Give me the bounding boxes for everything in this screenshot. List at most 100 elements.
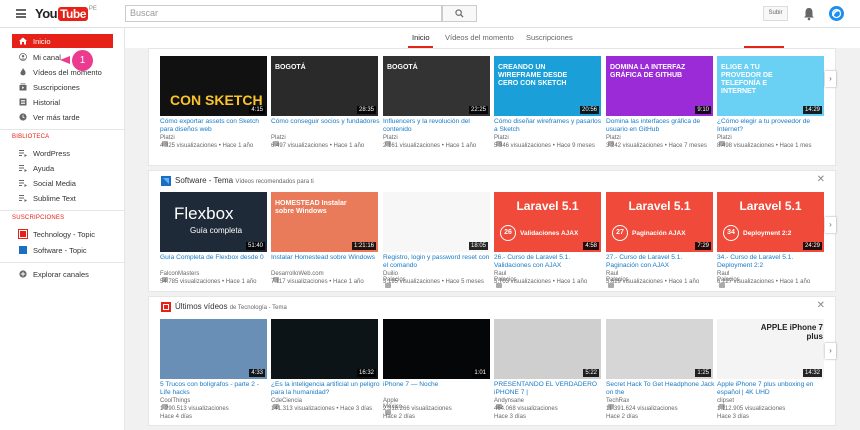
thumbnail-caption: BOGOTÁ: [387, 64, 418, 71]
tab-inicio[interactable]: Inicio: [412, 33, 430, 42]
video-title-link[interactable]: Cómo conseguir socios y fundadores: [271, 118, 381, 126]
sidebar-item-ver-mas-tarde[interactable]: Ver más tarde: [12, 110, 113, 124]
video-thumbnail[interactable]: HOMESTEAD Instalar sobre Windows 1:21:16: [271, 192, 378, 252]
section-title[interactable]: Software - Tema Vídeos recomendados para…: [175, 176, 314, 185]
video-meta: 5.703 visualizaciones • Hace 1 año: [494, 279, 588, 285]
video-title-link[interactable]: 5 Trucos con bolígrafos - parte 2 - Life…: [160, 381, 270, 397]
video-title-link[interactable]: 34.- Curso de Laravel 5.1. Deployment 2:…: [717, 254, 827, 270]
video-title-link[interactable]: Secret Hack To Get Headphone Jack on the: [606, 381, 716, 397]
video-meta: 3.242 visualizaciones • Hace 7 meses: [606, 143, 707, 149]
sidebar-item-sublime-text[interactable]: Sublime Text: [12, 191, 113, 205]
sidebar-item-suscripciones[interactable]: Suscripciones: [12, 80, 113, 94]
sidebar-divider: [0, 210, 124, 211]
video-title-link[interactable]: Domina las interfaces gráfica de usuario…: [606, 118, 716, 134]
video-title-link[interactable]: 26.- Curso de Laravel 5.1. Validaciones …: [494, 254, 604, 270]
video-title-link[interactable]: Cómo exportar assets con Sketch para dis…: [160, 118, 270, 134]
video-thumbnail[interactable]: CON SKETCH 4:15: [160, 56, 267, 116]
youtube-logo[interactable]: You Tube PE: [35, 5, 97, 22]
video-thumbnail[interactable]: BOGOTÁ 22:25: [383, 56, 490, 116]
video-title-link[interactable]: PRESENTANDO EL VERDADERO iPHONE 7 |: [494, 381, 604, 397]
sidebar-item-label: Technology - Topic: [33, 229, 95, 239]
feed-section-latest-technology: Últimos vídeos de Tecnología - Tema ✕ 4:…: [148, 296, 836, 426]
flame-icon: [20, 68, 26, 76]
video-thumbnail[interactable]: Flexbox Guía completa 51:40: [160, 192, 267, 252]
video-thumbnail[interactable]: APPLE iPhone 7 plus 14:32: [717, 319, 824, 379]
video-title-link[interactable]: Influencers y la revolución del contenid…: [383, 118, 493, 134]
feed-tabs: Inicio Vídeos del momento Suscripciones: [125, 28, 860, 48]
video-thumbnail[interactable]: 4:33: [160, 319, 267, 379]
video-thumbnail[interactable]: ELIGE A TU PROVEDOR DE TELEFONÍA E INTER…: [717, 56, 824, 116]
sidebar-item-videos-del-momento[interactable]: Vídeos del momento: [12, 65, 113, 79]
video-duration: 22:25: [468, 106, 488, 114]
video-thumbnail[interactable]: DOMINA LA INTERFAZ GRÁFICA DE GITHUB 9:10: [606, 56, 713, 116]
thumbnail-caption: ELIGE A TU PROVEDOR DE TELEFONÍA E INTER…: [721, 64, 773, 95]
search-input[interactable]: Buscar: [125, 5, 442, 22]
search-button[interactable]: [442, 5, 477, 22]
tab-videos-del-momento[interactable]: Vídeos del momento: [445, 33, 514, 42]
video-thumbnail[interactable]: 5:22: [494, 319, 601, 379]
menu-icon[interactable]: [16, 9, 26, 18]
video-duration: 28:35: [356, 106, 376, 114]
section-title[interactable]: Últimos vídeos de Tecnología - Tema: [175, 302, 287, 311]
dismiss-shelf-icon[interactable]: ✕: [817, 174, 825, 185]
sidebar-item-historial[interactable]: Historial: [12, 95, 113, 109]
thumbnail-caption: APPLE iPhone 7 plus: [760, 323, 823, 341]
video-meta: 2.318.266 visualizaciones: [383, 406, 452, 412]
video-duration: 4:15: [249, 106, 265, 114]
technology-channel-icon: [18, 229, 28, 239]
library-heading[interactable]: BIBLIOTECA: [12, 134, 49, 140]
video-thumbnail[interactable]: CREANDO UN WIREFRAME DESDE CERO CON SKET…: [494, 56, 601, 116]
video-title-link[interactable]: Cómo diseñar wireframes y pasarlos a Ske…: [494, 118, 604, 134]
video-thumbnail[interactable]: Laravel 5.1 34 Deployment 2:2 24:29: [717, 192, 824, 252]
sidebar-item-inicio[interactable]: Inicio: [12, 34, 113, 48]
dismiss-shelf-icon[interactable]: ✕: [817, 300, 825, 311]
video-meta: 1.290.513 visualizaciones: [160, 406, 229, 412]
video-meta: 7.117 visualizaciones • Hace 1 año: [271, 279, 364, 285]
video-duration: 14:32: [802, 369, 822, 377]
video-thumbnail[interactable]: 1:01: [383, 319, 490, 379]
video-thumbnail[interactable]: Laravel 5.1 27 Paginación AJAX 7:29: [606, 192, 713, 252]
shelf-next-arrow[interactable]: ›: [825, 343, 836, 359]
history-icon: [19, 98, 27, 106]
video-thumbnail[interactable]: Laravel 5.1 26 Validaciones AJAX 4:58: [494, 192, 601, 252]
video-thumbnail[interactable]: 1:25: [606, 319, 713, 379]
video-duration: 4:58: [583, 242, 599, 250]
video-title-link[interactable]: ¿Cómo elegir a tu proveedor de Internet?: [717, 118, 827, 134]
video-duration: 5:22: [583, 369, 599, 377]
thumbnail-caption: DOMINA LA INTERFAZ GRÁFICA DE GITHUB: [610, 64, 686, 79]
sidebar-item-label: Ayuda: [33, 163, 55, 173]
video-thumbnail[interactable]: BOGOTÁ 28:35: [271, 56, 378, 116]
guide-sidebar: Inicio Mi canal Vídeos del momento Suscr…: [0, 28, 125, 430]
lesson-number: 34: [723, 225, 739, 241]
video-duration: 18:05: [468, 242, 488, 250]
upload-button[interactable]: Subir: [763, 6, 788, 21]
video-title-link[interactable]: iPhone 7 — Noche: [383, 381, 493, 389]
video-duration: 9:10: [695, 106, 711, 114]
video-title-link[interactable]: Registro, login y password reset con el …: [383, 254, 493, 270]
thumbnail-subcaption: Guía completa: [190, 226, 243, 235]
thumbnail-subcaption: Deployment 2:2: [743, 230, 792, 237]
video-age: Hace 2 días: [383, 414, 416, 420]
video-thumbnail[interactable]: 18:05: [383, 192, 490, 252]
subscriptions-heading[interactable]: SUSCRIPCIONES: [12, 215, 64, 221]
sidebar-item-wordpress[interactable]: WordPress: [12, 146, 113, 160]
video-title-link[interactable]: Guía Completa de Flexbox desde 0: [160, 254, 270, 262]
sidebar-item-technology-topic[interactable]: Technology - Topic: [12, 227, 113, 241]
sidebar-item-social-media[interactable]: Social Media: [12, 176, 113, 190]
video-thumbnail[interactable]: 16:32: [271, 319, 378, 379]
section-subtitle: de Tecnología - Tema: [229, 305, 287, 311]
notifications-bell-icon[interactable]: [802, 6, 816, 21]
sidebar-item-explorar-canales[interactable]: Explorar canales: [12, 267, 113, 281]
video-title-link[interactable]: Instalar Homestead sobre Windows: [271, 254, 381, 262]
tab-suscripciones[interactable]: Suscripciones: [526, 33, 573, 42]
shelf-next-arrow[interactable]: ›: [825, 217, 836, 233]
shelf-next-arrow[interactable]: ›: [825, 71, 836, 87]
video-meta: 11.391.624 visualizaciones: [606, 406, 678, 412]
video-title-link[interactable]: Apple iPhone 7 plus unboxing en español …: [717, 381, 827, 397]
sidebar-item-software-topic[interactable]: Software - Topic: [12, 243, 113, 257]
video-title-link[interactable]: ¿Es la inteligencia artificial un peligr…: [271, 381, 381, 397]
video-title-link[interactable]: 27.- Curso de Laravel 5.1. Paginación co…: [606, 254, 716, 270]
sidebar-item-ayuda[interactable]: Ayuda: [12, 161, 113, 175]
account-avatar[interactable]: [829, 6, 844, 21]
masthead: You Tube PE Buscar Subir: [0, 0, 860, 28]
